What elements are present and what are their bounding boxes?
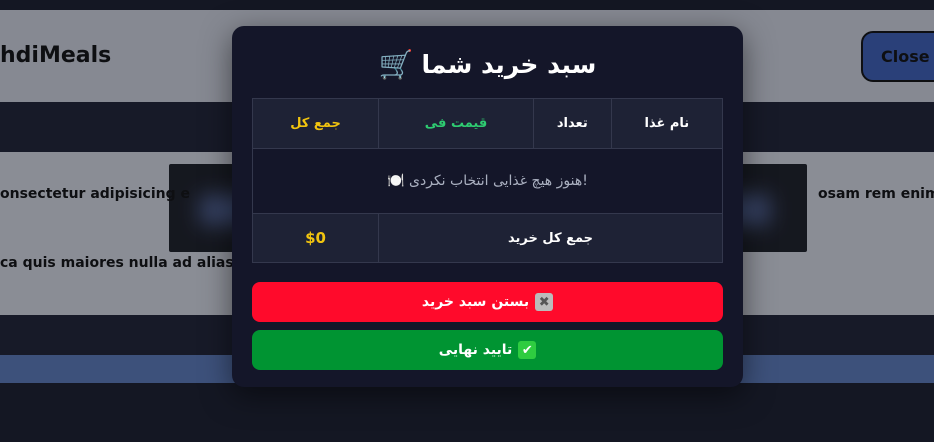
total-label: جمع کل خرید (378, 213, 723, 263)
modal-title: سبد خرید شما (421, 49, 597, 79)
total-row: جمع کل خرید $0 (251, 213, 723, 263)
empty-cart-message: !هنوز هیچ غذایی انتخاب نکردی 🍽️ (252, 148, 723, 214)
cart-modal: سبد خرید شما 🛒 نام غذا تعداد قیمت فی جمع… (232, 26, 743, 387)
confirm-order-label: تایید نهایی (438, 342, 513, 358)
table-header-row: نام غذا تعداد قیمت فی جمع کل (251, 98, 724, 149)
empty-cart-row: !هنوز هیچ غذایی انتخاب نکردی 🍽️ (252, 148, 723, 214)
close-cart-label: بستن سبد خرید (421, 294, 530, 310)
close-icon: ✖ (535, 293, 554, 311)
check-icon: ✔ (518, 341, 537, 359)
header-quantity: تعداد (532, 98, 612, 149)
cart-table: نام غذا تعداد قیمت فی جمع کل !هنوز هیچ غ… (251, 98, 724, 263)
header-unit-price: قیمت فی (378, 98, 534, 149)
cart-icon: 🛒 (378, 47, 414, 81)
modal-header: سبد خرید شما 🛒 (232, 44, 743, 84)
confirm-order-button[interactable]: ✔ تایید نهایی (252, 330, 723, 370)
header-total: جمع کل (251, 98, 380, 149)
header-food-name: نام غذا (610, 98, 724, 149)
total-value: $0 (251, 213, 380, 263)
close-cart-button[interactable]: ✖ بستن سبد خرید (252, 282, 723, 322)
